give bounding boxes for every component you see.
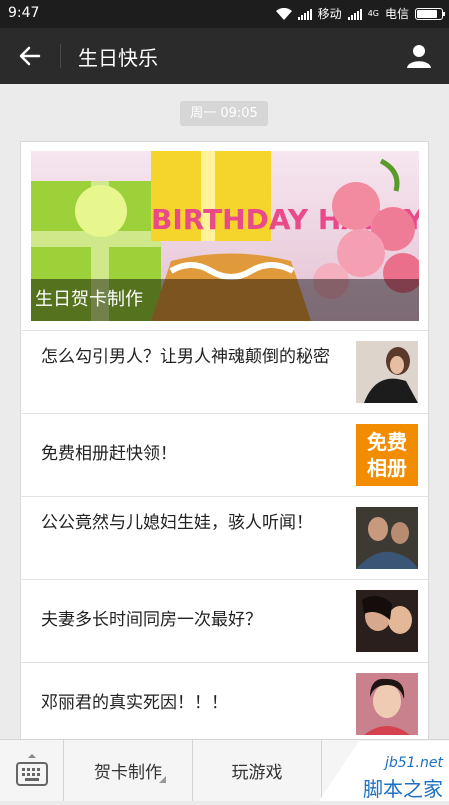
- battery-icon: [415, 7, 445, 20]
- menu-card-making[interactable]: 贺卡制作: [64, 740, 193, 801]
- battery-level: [417, 9, 437, 18]
- article-title: 免费相册赶快领！: [41, 444, 177, 464]
- watermark: jb51.net 脚本之家: [319, 741, 449, 801]
- message-timestamp: 周一 09:05: [180, 101, 268, 126]
- status-bar: 9:47 移动 4G 电信: [0, 0, 449, 28]
- article-thumbnail: [356, 590, 418, 652]
- back-arrow-icon: [19, 46, 41, 66]
- article-title: 怎么勾引男人？让男人神魂颠倒的秘密: [41, 347, 330, 367]
- signal-bars-icon: [347, 8, 362, 20]
- banner-article[interactable]: BIRTHDAY HAPPY 生日贺卡制作: [31, 151, 419, 321]
- watermark-site: jb51.net: [384, 755, 443, 771]
- submenu-indicator-icon: [159, 776, 166, 783]
- menu-label: 玩游戏: [231, 763, 283, 783]
- signal-bars-icon: [297, 8, 312, 20]
- thumb-label: 免费相册: [367, 430, 407, 480]
- article-thumbnail: [356, 507, 418, 569]
- banner-caption: 生日贺卡制作: [31, 279, 419, 321]
- article-row[interactable]: 邓丽君的真实死因！！！: [21, 662, 428, 740]
- bottom-menu-bar: 贺卡制作 玩游戏 jb51.net 脚本之家: [0, 739, 449, 801]
- profile-button[interactable]: [399, 36, 439, 76]
- menu-play-games[interactable]: 玩游戏: [193, 740, 322, 801]
- article-row[interactable]: 免费相册赶快领！ 免费相册: [21, 413, 428, 497]
- carrier-label-2: 电信: [384, 7, 409, 21]
- status-time: 9:47: [8, 5, 40, 21]
- article-thumbnail: [356, 341, 418, 403]
- page-title: 生日快乐: [78, 46, 158, 70]
- article-card: BIRTHDAY HAPPY 生日贺卡制作 怎么勾引男人？让男人神魂颠倒的秘密 …: [20, 141, 429, 741]
- wifi-icon: [275, 7, 292, 20]
- article-row[interactable]: 怎么勾引男人？让男人神魂颠倒的秘密: [21, 330, 428, 414]
- article-title: 公公竟然与儿媳妇生娃，骇人听闻！: [41, 513, 313, 533]
- carrier-label-1: 移动: [317, 7, 342, 21]
- article-row[interactable]: 夫妻多长时间同房一次最好？: [21, 579, 428, 663]
- article-title: 夫妻多长时间同房一次最好？: [41, 610, 262, 630]
- network-type: 4G: [367, 9, 379, 18]
- article-row[interactable]: 公公竟然与儿媳妇生娃，骇人听闻！: [21, 496, 428, 580]
- free-album-thumbnail: 免费相册: [356, 424, 418, 486]
- article-title: 邓丽君的真实死因！！！: [41, 693, 228, 713]
- status-indicators: 移动 4G 电信: [275, 5, 445, 22]
- menu-label: 贺卡制作: [94, 763, 162, 783]
- chat-header: 生日快乐: [0, 28, 449, 84]
- person-icon: [407, 45, 431, 68]
- back-button[interactable]: [10, 36, 50, 76]
- watermark-name: 脚本之家: [363, 777, 443, 801]
- header-divider: [60, 44, 61, 68]
- article-thumbnail: [356, 673, 418, 735]
- keyboard-toggle-button[interactable]: [0, 740, 64, 801]
- keyboard-icon: [15, 753, 48, 786]
